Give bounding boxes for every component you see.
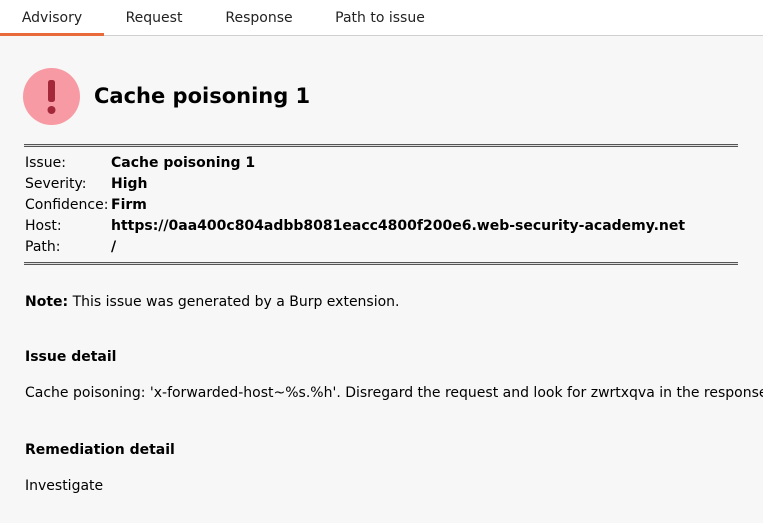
meta-key-host: Host: xyxy=(25,218,62,234)
meta-key-severity: Severity: xyxy=(25,176,87,192)
issue-title: Cache poisoning 1 xyxy=(94,84,311,108)
tab-advisory[interactable]: Advisory xyxy=(0,0,104,36)
meta-key-issue: Issue: xyxy=(25,155,66,171)
issue-detail-heading: Issue detail xyxy=(25,349,117,365)
meta-key-path: Path: xyxy=(25,239,61,255)
table-rule-top xyxy=(24,144,738,147)
note-text: Note: This issue was generated by a Burp… xyxy=(25,294,400,310)
advisory-content[interactable]: Cache poisoning 1 Issue: Cache poisoning… xyxy=(0,37,763,523)
meta-value-path: / xyxy=(111,239,117,255)
remediation-detail-text: Investigate xyxy=(25,478,104,494)
tab-path-to-issue[interactable]: Path to issue xyxy=(314,0,446,36)
meta-value-confidence: Firm xyxy=(111,197,147,213)
exclamation-icon xyxy=(23,68,80,125)
issue-detail-text: Cache poisoning: 'x-forwarded-host~%s.%h… xyxy=(25,385,763,401)
tab-response[interactable]: Response xyxy=(204,0,314,36)
remediation-detail-heading: Remediation detail xyxy=(25,442,175,458)
table-rule-bottom xyxy=(24,262,738,265)
note-body: This issue was generated by a Burp exten… xyxy=(68,294,400,310)
tab-request[interactable]: Request xyxy=(104,0,204,36)
meta-value-issue: Cache poisoning 1 xyxy=(111,155,256,171)
note-label: Note: xyxy=(25,294,69,310)
meta-value-host: https://0aa400c804adbb8081eacc4800f200e6… xyxy=(111,218,686,234)
meta-value-severity: High xyxy=(111,176,148,192)
tab-bar: Advisory Request Response Path to issue xyxy=(0,0,763,36)
meta-key-confidence: Confidence: xyxy=(25,197,109,213)
